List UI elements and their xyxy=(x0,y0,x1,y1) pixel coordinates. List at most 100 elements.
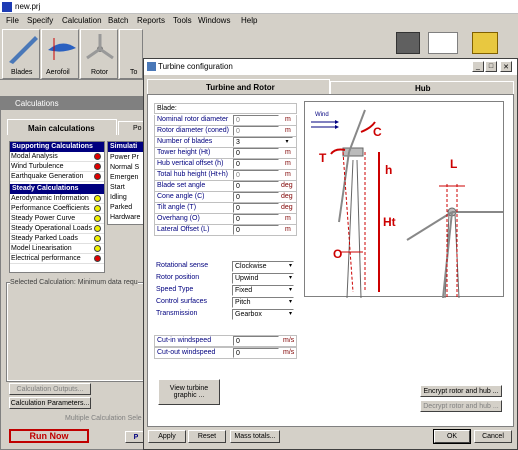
calculation-item[interactable]: Modal Analysis xyxy=(10,152,104,162)
chevron-down-icon[interactable]: ▾ xyxy=(289,274,292,281)
option-select[interactable]: Clockwise ▾ xyxy=(232,261,294,272)
calculation-item[interactable]: Steady Power Curve xyxy=(10,214,104,224)
calculations-title: Calculations xyxy=(15,99,59,108)
simulation-item[interactable]: Start xyxy=(110,184,125,191)
param-label: Hub vertical offset (h) xyxy=(157,160,224,167)
calculation-item[interactable]: Performance Coefficients xyxy=(10,204,104,214)
calculation-item-label: Steady Parked Loads xyxy=(11,235,78,242)
chevron-down-icon[interactable]: ▾ xyxy=(289,286,292,293)
option-select[interactable]: Fixed ▾ xyxy=(232,285,294,296)
simulation-item[interactable]: Idling xyxy=(110,194,127,201)
toolbar-tower-button[interactable]: To xyxy=(119,29,143,79)
menu-batch[interactable]: Batch xyxy=(108,16,128,25)
tab-main-calculations[interactable]: Main calculations xyxy=(7,119,117,135)
simulation-item[interactable]: Power Pr xyxy=(110,154,139,161)
dialog-maximize-button[interactable]: □ xyxy=(485,61,497,72)
cancel-button[interactable]: Cancel xyxy=(474,430,512,443)
mass-totals-button[interactable]: Mass totals... xyxy=(230,430,280,443)
param-label: Tower height (Ht) xyxy=(157,149,211,156)
param-value: 0 xyxy=(236,128,240,135)
windspeed-input[interactable]: 0 xyxy=(233,348,279,358)
option-select[interactable]: Upwind ▾ xyxy=(232,273,294,284)
toolbar-folder-icon[interactable] xyxy=(472,32,498,54)
app-title: new.prj xyxy=(15,2,41,11)
decrypt-rotor-hub-button[interactable]: Decrypt rotor and hub ... xyxy=(420,400,502,412)
tab-turbine-and-rotor[interactable]: Turbine and Rotor xyxy=(147,79,330,94)
status-indicator-icon xyxy=(94,245,101,252)
param-input[interactable]: 3 ▾ xyxy=(233,137,293,147)
dialog-minimize-button[interactable]: _ xyxy=(472,61,484,72)
menu-specify[interactable]: Specify xyxy=(27,16,53,25)
param-unit: m xyxy=(285,171,291,178)
calculation-item[interactable]: Electrical performance xyxy=(10,254,104,264)
param-unit: deg xyxy=(281,182,293,189)
option-select[interactable]: Gearbox ▾ xyxy=(232,309,294,320)
param-input[interactable]: 0 xyxy=(233,148,279,158)
simulation-item[interactable]: Normal S xyxy=(110,164,139,171)
chevron-down-icon[interactable]: ▾ xyxy=(289,262,292,269)
param-input[interactable]: 0 xyxy=(233,225,279,235)
param-label: Tilt angle (T) xyxy=(157,204,197,211)
param-input[interactable]: 0 xyxy=(233,126,279,136)
chevron-down-icon[interactable]: ▾ xyxy=(289,310,292,317)
toolbar-aerofoil-button[interactable]: Aerofoil xyxy=(41,29,79,79)
param-unit: deg xyxy=(281,204,293,211)
calculation-parameters-button[interactable]: Calculation Parameters... xyxy=(9,397,91,409)
param-input[interactable]: 0 xyxy=(233,170,279,180)
option-select[interactable]: Pitch ▾ xyxy=(232,297,294,308)
toolbar-blades-button[interactable]: Blades xyxy=(2,29,40,79)
menu-help[interactable]: Help xyxy=(241,16,257,25)
toolbar-calculator-icon[interactable] xyxy=(396,32,420,54)
menu-file[interactable]: File xyxy=(6,16,19,25)
simulation-item[interactable]: Emergen xyxy=(110,174,138,181)
param-row: Nominal rotor diameter 0 m xyxy=(154,115,297,126)
menu-reports[interactable]: Reports xyxy=(137,16,165,25)
chevron-down-icon[interactable]: ▾ xyxy=(289,298,292,305)
run-now-button[interactable]: Run Now xyxy=(9,429,89,443)
param-row: Rotor diameter (coned) 0 m xyxy=(154,126,297,137)
param-input[interactable]: 0 xyxy=(233,115,279,125)
param-input[interactable]: 0 xyxy=(233,159,279,169)
reset-button[interactable]: Reset xyxy=(188,430,226,443)
encrypt-rotor-hub-button[interactable]: Encrypt rotor and hub ... xyxy=(420,385,502,397)
dialog-close-button[interactable]: ✕ xyxy=(500,61,512,72)
toolbar-rotor-button[interactable]: Rotor xyxy=(80,29,118,79)
calculation-outputs-button[interactable]: Calculation Outputs... xyxy=(9,383,91,395)
calculation-item[interactable]: Steady Operational Loads xyxy=(10,224,104,234)
calculation-item[interactable]: Model Linearisation xyxy=(10,244,104,254)
param-input[interactable]: 0 xyxy=(233,192,279,202)
chevron-down-icon[interactable]: ▾ xyxy=(283,138,291,146)
calculation-item[interactable]: Aerodynamic Information xyxy=(10,194,104,204)
param-row: Overhang (O) 0 m xyxy=(154,214,297,225)
option-value: Clockwise xyxy=(235,263,267,270)
param-label: Cone angle (C) xyxy=(157,193,205,200)
diagram-overhang-label: O xyxy=(333,247,342,261)
param-input[interactable]: 0 xyxy=(233,181,279,191)
calculation-item[interactable]: Steady Parked Loads xyxy=(10,234,104,244)
param-row: Tower height (Ht) 0 m xyxy=(154,148,297,159)
param-input[interactable]: 0 xyxy=(233,214,279,224)
calculation-item[interactable]: Earthquake Generation xyxy=(10,172,104,182)
param-label: Rotor diameter (coned) xyxy=(157,127,229,134)
param-label: Nominal rotor diameter xyxy=(157,116,229,123)
tab-hub[interactable]: Hub xyxy=(330,81,514,94)
option-row: Control surfaces Pitch ▾ xyxy=(154,297,297,309)
param-label: Total hub height (Ht+h) xyxy=(157,171,229,178)
simulation-header: Simulati xyxy=(108,142,148,152)
status-indicator-icon xyxy=(94,205,101,212)
calculation-item[interactable]: Wind Turbulence xyxy=(10,162,104,172)
menu-calculation[interactable]: Calculation xyxy=(62,16,102,25)
toolbar-graph-icon[interactable] xyxy=(428,32,458,54)
menu-windows[interactable]: Windows xyxy=(198,16,230,25)
simulation-item[interactable]: Hardware xyxy=(110,214,140,221)
menu-tools[interactable]: Tools xyxy=(173,16,192,25)
ok-button[interactable]: OK xyxy=(433,429,471,444)
view-turbine-graphic-button[interactable]: View turbine graphic ... xyxy=(158,379,220,405)
apply-button[interactable]: Apply xyxy=(148,430,186,443)
windspeed-input[interactable]: 0 xyxy=(233,336,279,346)
param-unit: deg xyxy=(281,193,293,200)
turbine-diagram: Wind C T h Ht O L xyxy=(304,101,504,299)
calculations-window: Calculations Main calculations Po Suppor… xyxy=(0,96,148,450)
simulation-item[interactable]: Parked xyxy=(110,204,132,211)
param-input[interactable]: 0 xyxy=(233,203,279,213)
